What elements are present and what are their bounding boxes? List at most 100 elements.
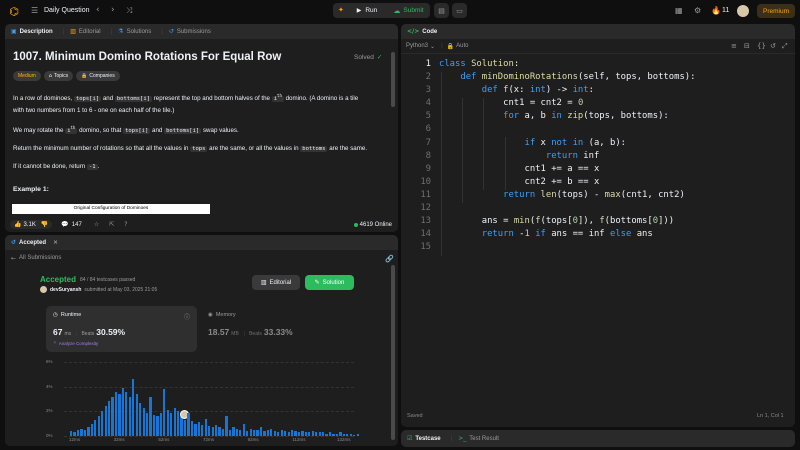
chevron-left-icon[interactable]: ‹ bbox=[96, 5, 100, 15]
distribution-bar[interactable] bbox=[328, 432, 332, 436]
distribution-bar[interactable] bbox=[73, 432, 76, 436]
fullscreen-icon[interactable]: ⤢ bbox=[782, 42, 788, 51]
distribution-bar[interactable] bbox=[242, 423, 245, 436]
distribution-bar[interactable] bbox=[225, 416, 228, 436]
distribution-bar[interactable] bbox=[239, 429, 242, 436]
distribution-bar[interactable] bbox=[266, 429, 270, 436]
note-icon[interactable]: ≡ bbox=[731, 42, 737, 50]
distribution-bar[interactable] bbox=[301, 431, 304, 436]
code-line[interactable]: 2 def minDominoRotations(self, tops, bot… bbox=[409, 72, 794, 85]
distribution-bar[interactable] bbox=[166, 410, 169, 436]
distribution-bar[interactable] bbox=[294, 431, 297, 436]
distribution-bar[interactable] bbox=[273, 431, 276, 436]
distribution-bar[interactable] bbox=[177, 411, 180, 436]
difficulty-badge[interactable]: Medium bbox=[13, 71, 41, 81]
distribution-bar[interactable] bbox=[249, 428, 252, 436]
runtime-card[interactable]: ◷ Runtime ⓘ 67 ms | Beats 30.59% ✧ Analyze… bbox=[46, 306, 197, 352]
problem-list-icon[interactable]: ☰ bbox=[31, 6, 38, 15]
distribution-bar[interactable] bbox=[145, 412, 149, 436]
code-line[interactable]: 6 bbox=[409, 124, 794, 137]
distribution-bar[interactable] bbox=[90, 423, 93, 436]
tab-accepted[interactable]: ↺ Accepted × bbox=[11, 239, 58, 246]
memory-card[interactable]: ◉ Memory 18.57 MB | Beats 33.33% bbox=[206, 306, 326, 352]
distribution-bar[interactable] bbox=[142, 407, 145, 436]
distribution-bar[interactable] bbox=[287, 432, 290, 436]
auto-save-toggle[interactable]: 🔒 Auto bbox=[447, 43, 469, 50]
description-scrollbar[interactable] bbox=[391, 52, 395, 107]
tab-test-result[interactable]: >_ Test Result bbox=[458, 435, 499, 442]
distribution-bar[interactable] bbox=[277, 432, 280, 436]
distribution-bar[interactable] bbox=[252, 429, 256, 436]
submission-scrollbar[interactable] bbox=[391, 265, 395, 440]
distribution-bar[interactable] bbox=[318, 432, 321, 436]
distribution-bar[interactable] bbox=[339, 432, 342, 436]
distribution-bar[interactable] bbox=[107, 401, 111, 436]
distribution-bar[interactable] bbox=[125, 391, 128, 436]
distribution-bar[interactable] bbox=[235, 428, 238, 436]
distribution-bar[interactable] bbox=[114, 391, 118, 436]
distribution-bar[interactable] bbox=[297, 432, 301, 436]
distribution-bar[interactable] bbox=[180, 416, 183, 436]
notes-button[interactable]: ▤ bbox=[434, 3, 449, 18]
distribution-bar[interactable] bbox=[76, 429, 80, 436]
code-line[interactable]: 15 bbox=[409, 242, 794, 255]
language-select[interactable]: Python3 ⌄ bbox=[406, 43, 435, 50]
distribution-bar[interactable] bbox=[315, 432, 318, 436]
code-line[interactable]: 12 bbox=[409, 203, 794, 216]
distribution-bar[interactable] bbox=[190, 421, 194, 436]
distribution-bar[interactable] bbox=[232, 427, 235, 436]
code-line[interactable]: 11 return len(tops) - max(cnt1, cnt2) bbox=[409, 190, 794, 203]
braces-icon[interactable]: {} bbox=[757, 42, 766, 50]
code-line[interactable]: 7 if x not in (a, b): bbox=[409, 138, 794, 151]
distribution-bar[interactable] bbox=[194, 423, 197, 436]
distribution-bar[interactable] bbox=[353, 434, 356, 436]
code-line[interactable]: 13 ans = min(f(tops[0]), f(bottoms[0])) bbox=[409, 216, 794, 229]
tab-solutions[interactable]: ⚗ Solutions bbox=[118, 28, 151, 35]
distribution-bar[interactable] bbox=[284, 431, 287, 436]
distribution-bar[interactable] bbox=[322, 432, 325, 436]
distribution-bar[interactable] bbox=[118, 394, 121, 436]
distribution-bar[interactable] bbox=[135, 394, 138, 436]
tab-code[interactable]: </> Code bbox=[407, 28, 437, 35]
code-line[interactable]: 5 for a, b in zip(tops, bottoms): bbox=[409, 111, 794, 124]
info-icon[interactable]: ⓘ bbox=[184, 312, 190, 321]
layout-icon[interactable]: ▦ bbox=[675, 6, 683, 15]
debug-icon[interactable]: ✦ bbox=[338, 6, 344, 14]
tab-submissions[interactable]: ↺ Submissions bbox=[169, 28, 211, 35]
distribution-bar[interactable] bbox=[173, 407, 176, 436]
distribution-bar[interactable] bbox=[197, 422, 200, 436]
code-line[interactable]: 9 cnt1 += a == x bbox=[409, 164, 794, 177]
distribution-bar[interactable] bbox=[335, 433, 339, 436]
distribution-bar[interactable] bbox=[280, 429, 283, 436]
distribution-bar[interactable] bbox=[70, 431, 73, 436]
distribution-bar[interactable] bbox=[149, 396, 152, 436]
distribution-bar[interactable] bbox=[104, 406, 107, 436]
distribution-bar[interactable] bbox=[204, 418, 207, 436]
distribution-bar[interactable] bbox=[94, 419, 97, 436]
daily-question-link[interactable]: Daily Question bbox=[44, 7, 90, 14]
run-button[interactable]: ▶ Run bbox=[350, 4, 384, 17]
code-line[interactable]: 14 return -1 if ans == inf else ans bbox=[409, 229, 794, 242]
streak-count[interactable]: 11 bbox=[722, 7, 729, 14]
distribution-bar[interactable] bbox=[290, 429, 294, 436]
bookmark-icon[interactable]: ⊟ bbox=[744, 42, 750, 50]
distribution-bar[interactable] bbox=[208, 426, 211, 436]
tab-editorial[interactable]: ▥ Editorial bbox=[70, 28, 100, 35]
distribution-bar[interactable] bbox=[256, 429, 259, 436]
distribution-bar[interactable] bbox=[152, 415, 156, 436]
comments-button[interactable]: 💬 147 bbox=[61, 221, 82, 228]
distribution-bar[interactable] bbox=[215, 424, 218, 436]
premium-button[interactable]: Premium bbox=[757, 4, 795, 18]
topics-pill[interactable]: ⌂ Topics bbox=[43, 71, 74, 81]
chart-plot-area[interactable] bbox=[64, 362, 359, 436]
distribution-bar[interactable] bbox=[218, 427, 221, 436]
shuffle-icon[interactable]: ⤨ bbox=[126, 6, 132, 16]
distribution-bar[interactable] bbox=[97, 416, 100, 436]
distribution-bar[interactable] bbox=[308, 432, 311, 436]
distribution-bar[interactable] bbox=[311, 431, 314, 436]
code-line[interactable]: 10 cnt2 += b == x bbox=[409, 177, 794, 190]
tab-description[interactable]: ▣ Description bbox=[11, 28, 53, 35]
distribution-bar[interactable] bbox=[170, 412, 173, 436]
leetcode-logo-icon[interactable]: ⌬ bbox=[9, 5, 19, 18]
code-line[interactable]: 8 return inf bbox=[409, 151, 794, 164]
